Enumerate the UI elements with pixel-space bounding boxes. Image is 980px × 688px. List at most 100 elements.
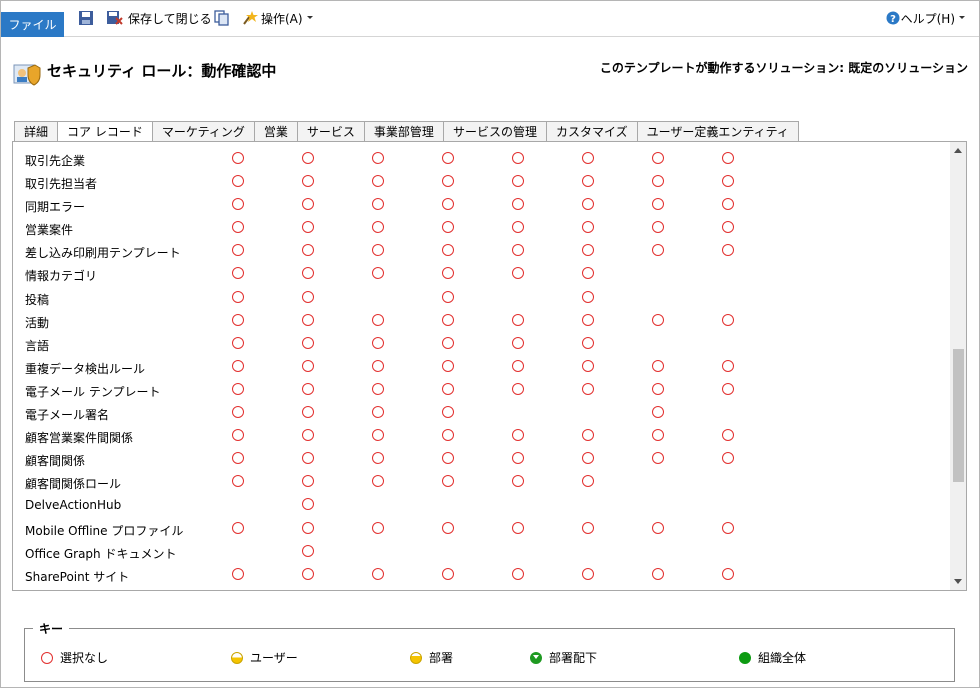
privilege-none-icon[interactable] xyxy=(302,313,314,326)
privilege-none-icon[interactable] xyxy=(372,152,384,164)
privilege-none-icon[interactable] xyxy=(582,290,594,303)
privilege-none-icon[interactable] xyxy=(582,336,594,349)
privilege-none-icon[interactable] xyxy=(232,313,244,326)
privilege-none-icon[interactable] xyxy=(512,475,524,488)
privilege-none-icon[interactable] xyxy=(652,244,664,257)
privilege-none-icon[interactable] xyxy=(372,198,384,211)
privilege-none-icon[interactable] xyxy=(582,267,594,280)
privilege-none-icon[interactable] xyxy=(582,175,594,188)
privilege-none-icon[interactable] xyxy=(512,521,524,534)
privilege-none-icon[interactable] xyxy=(722,359,734,372)
privilege-none-icon[interactable] xyxy=(442,244,454,257)
tab[interactable]: サービス xyxy=(296,121,365,142)
tab[interactable]: 詳細 xyxy=(14,121,59,142)
privilege-none-icon[interactable] xyxy=(722,244,734,257)
privilege-none-icon[interactable] xyxy=(442,175,454,188)
privilege-none-icon[interactable] xyxy=(512,267,524,280)
privilege-none-icon[interactable] xyxy=(442,429,454,442)
save-and-close-button[interactable]: 保存して閉じる xyxy=(106,8,212,28)
privilege-none-icon[interactable] xyxy=(582,521,594,534)
privilege-none-icon[interactable] xyxy=(512,313,524,326)
privilege-none-icon[interactable] xyxy=(582,429,594,442)
privilege-none-icon[interactable] xyxy=(372,221,384,234)
privilege-none-icon[interactable] xyxy=(302,175,314,188)
actions-menu[interactable]: 操作(A) xyxy=(242,8,314,28)
privilege-none-icon[interactable] xyxy=(442,567,454,580)
privilege-none-icon[interactable] xyxy=(302,198,314,211)
privilege-none-icon[interactable] xyxy=(372,452,384,465)
privilege-none-icon[interactable] xyxy=(582,359,594,372)
privilege-none-icon[interactable] xyxy=(232,475,244,488)
tab[interactable]: コア レコード xyxy=(57,121,153,143)
privilege-none-icon[interactable] xyxy=(372,429,384,442)
privilege-none-icon[interactable] xyxy=(232,152,244,164)
privilege-none-icon[interactable] xyxy=(442,336,454,349)
privilege-none-icon[interactable] xyxy=(442,452,454,465)
tab[interactable]: カスタマイズ xyxy=(545,121,638,142)
privilege-none-icon[interactable] xyxy=(512,429,524,442)
privilege-none-icon[interactable] xyxy=(722,452,734,465)
privilege-none-icon[interactable] xyxy=(232,406,244,419)
privilege-none-icon[interactable] xyxy=(582,221,594,234)
privilege-none-icon[interactable] xyxy=(302,152,314,164)
tab[interactable]: サービスの管理 xyxy=(442,121,547,142)
privilege-none-icon[interactable] xyxy=(722,313,734,326)
privilege-none-icon[interactable] xyxy=(582,567,594,580)
privilege-none-icon[interactable] xyxy=(302,567,314,580)
privilege-none-icon[interactable] xyxy=(442,198,454,211)
privilege-none-icon[interactable] xyxy=(722,198,734,211)
tab[interactable]: マーケティング xyxy=(151,121,255,142)
privilege-none-icon[interactable] xyxy=(442,521,454,534)
privilege-none-icon[interactable] xyxy=(442,290,454,303)
privilege-none-icon[interactable] xyxy=(512,152,524,164)
privilege-none-icon[interactable] xyxy=(652,382,664,395)
privilege-none-icon[interactable] xyxy=(232,198,244,211)
privilege-none-icon[interactable] xyxy=(722,429,734,442)
privilege-none-icon[interactable] xyxy=(512,452,524,465)
tab[interactable]: 事業部管理 xyxy=(363,121,444,142)
scroll-down-icon[interactable] xyxy=(954,579,962,584)
privilege-none-icon[interactable] xyxy=(652,198,664,211)
privilege-none-icon[interactable] xyxy=(652,429,664,442)
privilege-none-icon[interactable] xyxy=(512,359,524,372)
privilege-none-icon[interactable] xyxy=(512,175,524,188)
privilege-none-icon[interactable] xyxy=(652,406,664,419)
privilege-none-icon[interactable] xyxy=(582,152,594,164)
privilege-none-icon[interactable] xyxy=(582,382,594,395)
privilege-none-icon[interactable] xyxy=(232,336,244,349)
privilege-none-icon[interactable] xyxy=(372,267,384,280)
privilege-none-icon[interactable] xyxy=(442,359,454,372)
privilege-none-icon[interactable] xyxy=(302,336,314,349)
privilege-none-icon[interactable] xyxy=(652,175,664,188)
privilege-none-icon[interactable] xyxy=(302,290,314,303)
help-menu[interactable]: ? ヘルプ(H) xyxy=(886,8,966,28)
save-button[interactable] xyxy=(78,8,94,28)
privilege-none-icon[interactable] xyxy=(302,498,314,511)
privilege-none-icon[interactable] xyxy=(512,336,524,349)
privilege-none-icon[interactable] xyxy=(232,429,244,442)
tab[interactable]: 営業 xyxy=(253,121,298,142)
privilege-none-icon[interactable] xyxy=(652,313,664,326)
privilege-none-icon[interactable] xyxy=(302,244,314,257)
privilege-none-icon[interactable] xyxy=(302,382,314,395)
privilege-none-icon[interactable] xyxy=(512,198,524,211)
privilege-none-icon[interactable] xyxy=(372,175,384,188)
privilege-none-icon[interactable] xyxy=(652,567,664,580)
privilege-none-icon[interactable] xyxy=(512,382,524,395)
scrollbar-thumb[interactable] xyxy=(953,349,964,482)
privilege-none-icon[interactable] xyxy=(442,152,454,164)
privilege-none-icon[interactable] xyxy=(722,152,734,164)
privilege-none-icon[interactable] xyxy=(302,452,314,465)
privilege-none-icon[interactable] xyxy=(442,313,454,326)
privilege-none-icon[interactable] xyxy=(582,452,594,465)
privilege-none-icon[interactable] xyxy=(372,475,384,488)
privilege-none-icon[interactable] xyxy=(722,221,734,234)
privilege-none-icon[interactable] xyxy=(722,567,734,580)
privilege-none-icon[interactable] xyxy=(232,267,244,280)
privilege-none-icon[interactable] xyxy=(302,406,314,419)
privilege-none-icon[interactable] xyxy=(652,221,664,234)
privilege-none-icon[interactable] xyxy=(652,521,664,534)
privilege-none-icon[interactable] xyxy=(582,313,594,326)
privilege-none-icon[interactable] xyxy=(442,406,454,419)
privilege-none-icon[interactable] xyxy=(442,475,454,488)
